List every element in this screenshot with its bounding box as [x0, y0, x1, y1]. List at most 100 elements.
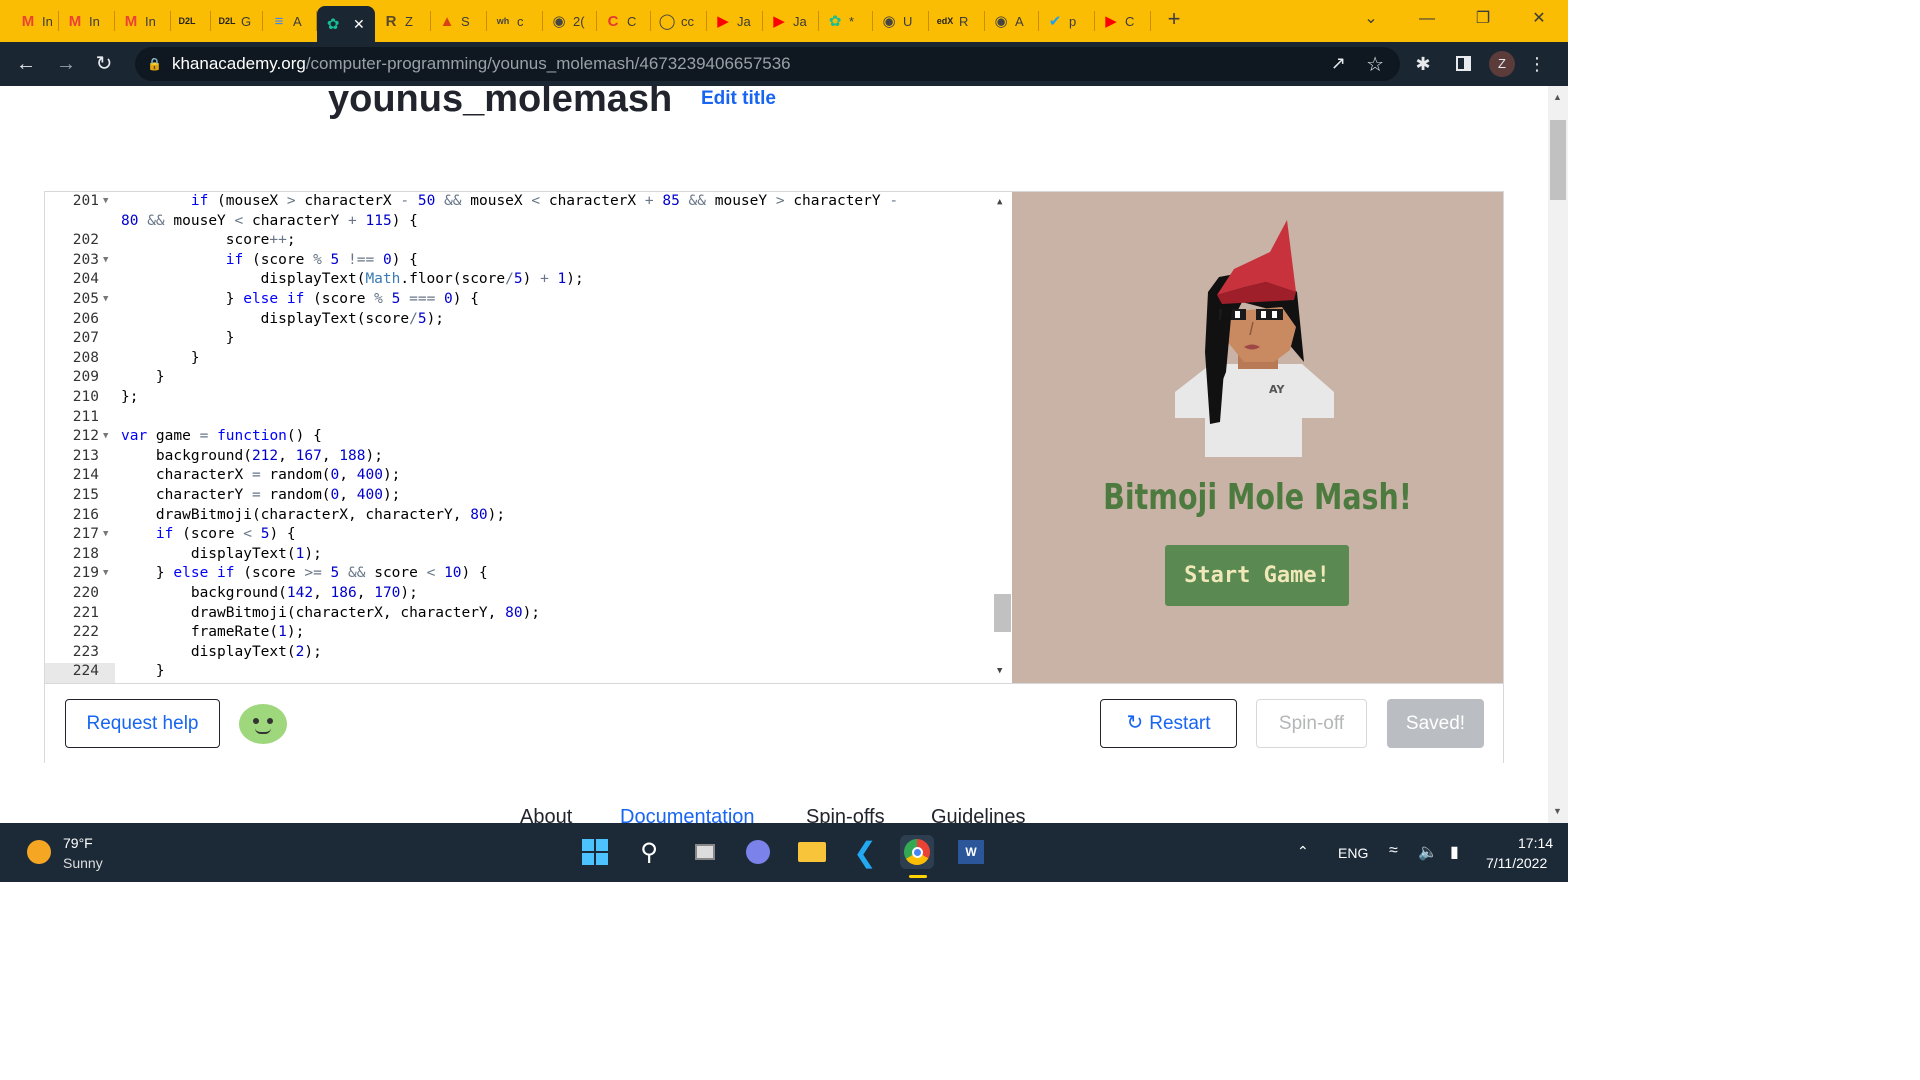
browser-tab[interactable]: RZ [375, 7, 431, 35]
word-icon[interactable]: W [954, 835, 988, 869]
spin-off-button[interactable]: Spin-off [1256, 699, 1367, 748]
code-line[interactable]: 223 displayText(2); [45, 643, 1012, 663]
editor-scrollbar[interactable]: ▲ ▼ [992, 192, 1012, 683]
code-line[interactable]: 211 [45, 408, 1012, 428]
restart-button[interactable]: ↻ Restart [1100, 699, 1237, 748]
fold-arrow-icon[interactable]: ▼ [103, 427, 108, 447]
profile-avatar[interactable]: Z [1489, 51, 1515, 77]
kebab-menu-icon[interactable]: ⋮ [1527, 51, 1547, 77]
page-scroll-thumb[interactable] [1550, 120, 1566, 200]
weather-temp[interactable]: 79°F [63, 835, 93, 851]
tray-chevron-icon[interactable]: ⌃ [1297, 843, 1309, 860]
footer-documentation-link[interactable]: Documentation [620, 806, 755, 823]
fold-arrow-icon[interactable]: ▼ [103, 251, 108, 271]
browser-tab[interactable]: CC [597, 7, 651, 35]
new-tab-button[interactable]: + [1159, 8, 1189, 30]
footer-spinoffs-link[interactable]: Spin-offs [806, 806, 885, 823]
browser-tab[interactable]: ▶ Ja [763, 7, 819, 35]
scroll-down-icon[interactable]: ▼ [1553, 806, 1562, 816]
clock-time[interactable]: 17:14 [1518, 835, 1553, 851]
edit-title-link[interactable]: Edit title [701, 88, 776, 110]
code-line[interactable]: 220 background(142, 186, 170); [45, 584, 1012, 604]
code-line[interactable]: 80 && mouseY < characterY + 115) { [45, 212, 1012, 232]
code-line[interactable]: 215 characterY = random(0, 400); [45, 486, 1012, 506]
code-editor[interactable]: 201 ▼ if (mouseX > characterX - 50 && mou… [45, 192, 1012, 683]
code-line[interactable]: 224 } [45, 662, 1012, 682]
code-line[interactable]: 217 ▼ if (score < 5) { [45, 525, 1012, 545]
search-icon[interactable]: ⚲ [632, 835, 666, 869]
code-line[interactable]: 214 characterX = random(0, 400); [45, 466, 1012, 486]
code-line[interactable]: 209 } [45, 368, 1012, 388]
teams-chat-icon[interactable] [741, 835, 775, 869]
browser-tab[interactable]: M In [115, 7, 171, 35]
fold-arrow-icon[interactable]: ▼ [103, 192, 108, 212]
windows-start-icon[interactable] [578, 835, 612, 869]
code-line[interactable]: 216 drawBitmoji(characterX, characterY, … [45, 506, 1012, 526]
code-line[interactable]: 222 frameRate(1); [45, 623, 1012, 643]
weather-sun-icon[interactable] [27, 840, 51, 864]
fold-arrow-icon[interactable]: ▼ [103, 290, 108, 310]
tab-search-dropdown-icon[interactable]: ⌄ [1356, 8, 1386, 30]
code-line[interactable]: 213 background(212, 167, 188); [45, 447, 1012, 467]
browser-tab[interactable]: wh c [487, 7, 543, 35]
back-arrow-icon[interactable]: ← [12, 51, 40, 77]
program-output-canvas[interactable]: AY Bitmoji Mole Mash! Start Game! [1012, 192, 1503, 683]
fold-arrow-icon[interactable]: ▼ [103, 525, 108, 545]
browser-tab[interactable]: ✔ p [1039, 7, 1095, 35]
footer-about-link[interactable]: About [520, 806, 572, 823]
code-line[interactable]: 205 ▼ } else if (score % 5 === 0) { [45, 290, 1012, 310]
browser-tab[interactable]: M In [59, 7, 115, 35]
battery-icon[interactable]: ▮ [1450, 842, 1459, 862]
browser-tab[interactable]: M In [12, 7, 59, 35]
browser-tab[interactable]: ✿ * [819, 7, 873, 35]
task-view-icon[interactable] [688, 835, 722, 869]
page-scrollbar[interactable]: ▲ ▼ [1548, 86, 1568, 823]
language-indicator[interactable]: ENG [1338, 845, 1368, 861]
code-line[interactable]: 219 ▼ } else if (score >= 5 && score < 10… [45, 564, 1012, 584]
browser-tab[interactable]: edX R [929, 7, 985, 35]
share-icon[interactable]: ↗ [1331, 53, 1346, 74]
start-game-button[interactable]: Start Game! [1165, 545, 1349, 606]
code-line[interactable]: 207 } [45, 329, 1012, 349]
side-panel-icon[interactable] [1450, 51, 1476, 77]
weather-condition[interactable]: Sunny [63, 855, 103, 871]
request-help-button[interactable]: Request help [65, 699, 220, 748]
saved-button[interactable]: Saved! [1387, 699, 1484, 748]
editor-scroll-thumb[interactable] [994, 594, 1011, 632]
browser-tab[interactable]: ✿ ✕ [317, 6, 375, 42]
vscode-icon[interactable]: ❮ [848, 835, 882, 869]
browser-tab[interactable]: ▲ S [431, 7, 487, 35]
browser-tab[interactable]: ▶ C [1095, 7, 1151, 35]
code-line[interactable]: 202 score++; [45, 231, 1012, 251]
star-bookmark-icon[interactable]: ☆ [1366, 52, 1384, 77]
browser-tab[interactable]: ◯ cc [651, 7, 707, 35]
chrome-icon[interactable] [900, 835, 934, 869]
close-tab-icon[interactable]: ✕ [353, 16, 365, 33]
scroll-up-icon[interactable]: ▲ [1553, 92, 1562, 102]
browser-tab[interactable]: ≡ A [263, 7, 317, 35]
code-line[interactable]: 204 displayText(Math.floor(score/5) + 1)… [45, 270, 1012, 290]
restore-icon[interactable]: ❐ [1468, 8, 1498, 30]
browser-tab[interactable]: ◉ 2( [543, 7, 597, 35]
footer-guidelines-link[interactable]: Guidelines [931, 806, 1026, 823]
reload-icon[interactable]: ↻ [90, 51, 118, 77]
scroll-down-icon[interactable]: ▼ [997, 666, 1002, 676]
browser-tab[interactable]: ◉ U [873, 7, 929, 35]
close-window-icon[interactable]: ✕ [1524, 8, 1554, 30]
fold-arrow-icon[interactable]: ▼ [103, 564, 108, 584]
forward-arrow-icon[interactable]: → [52, 51, 80, 77]
browser-tab[interactable]: D2L [171, 7, 211, 35]
code-line[interactable]: 208 } [45, 349, 1012, 369]
wifi-icon[interactable]: ≈ [1389, 842, 1398, 860]
code-line[interactable]: 203 ▼ if (score % 5 !== 0) { [45, 251, 1012, 271]
volume-icon[interactable]: 🔈 [1418, 842, 1438, 862]
minimize-icon[interactable]: — [1412, 8, 1442, 30]
browser-tab[interactable]: D2L G [211, 7, 263, 35]
scroll-up-icon[interactable]: ▲ [997, 197, 1002, 207]
code-line[interactable]: 218 displayText(1); [45, 545, 1012, 565]
clock-date[interactable]: 7/11/2022 [1486, 855, 1547, 871]
code-line[interactable]: 206 displayText(score/5); [45, 310, 1012, 330]
code-line[interactable]: 201 ▼ if (mouseX > characterX - 50 && mou… [45, 192, 1012, 212]
extensions-puzzle-icon[interactable]: ✱ [1410, 51, 1436, 77]
file-explorer-icon[interactable] [795, 835, 829, 869]
